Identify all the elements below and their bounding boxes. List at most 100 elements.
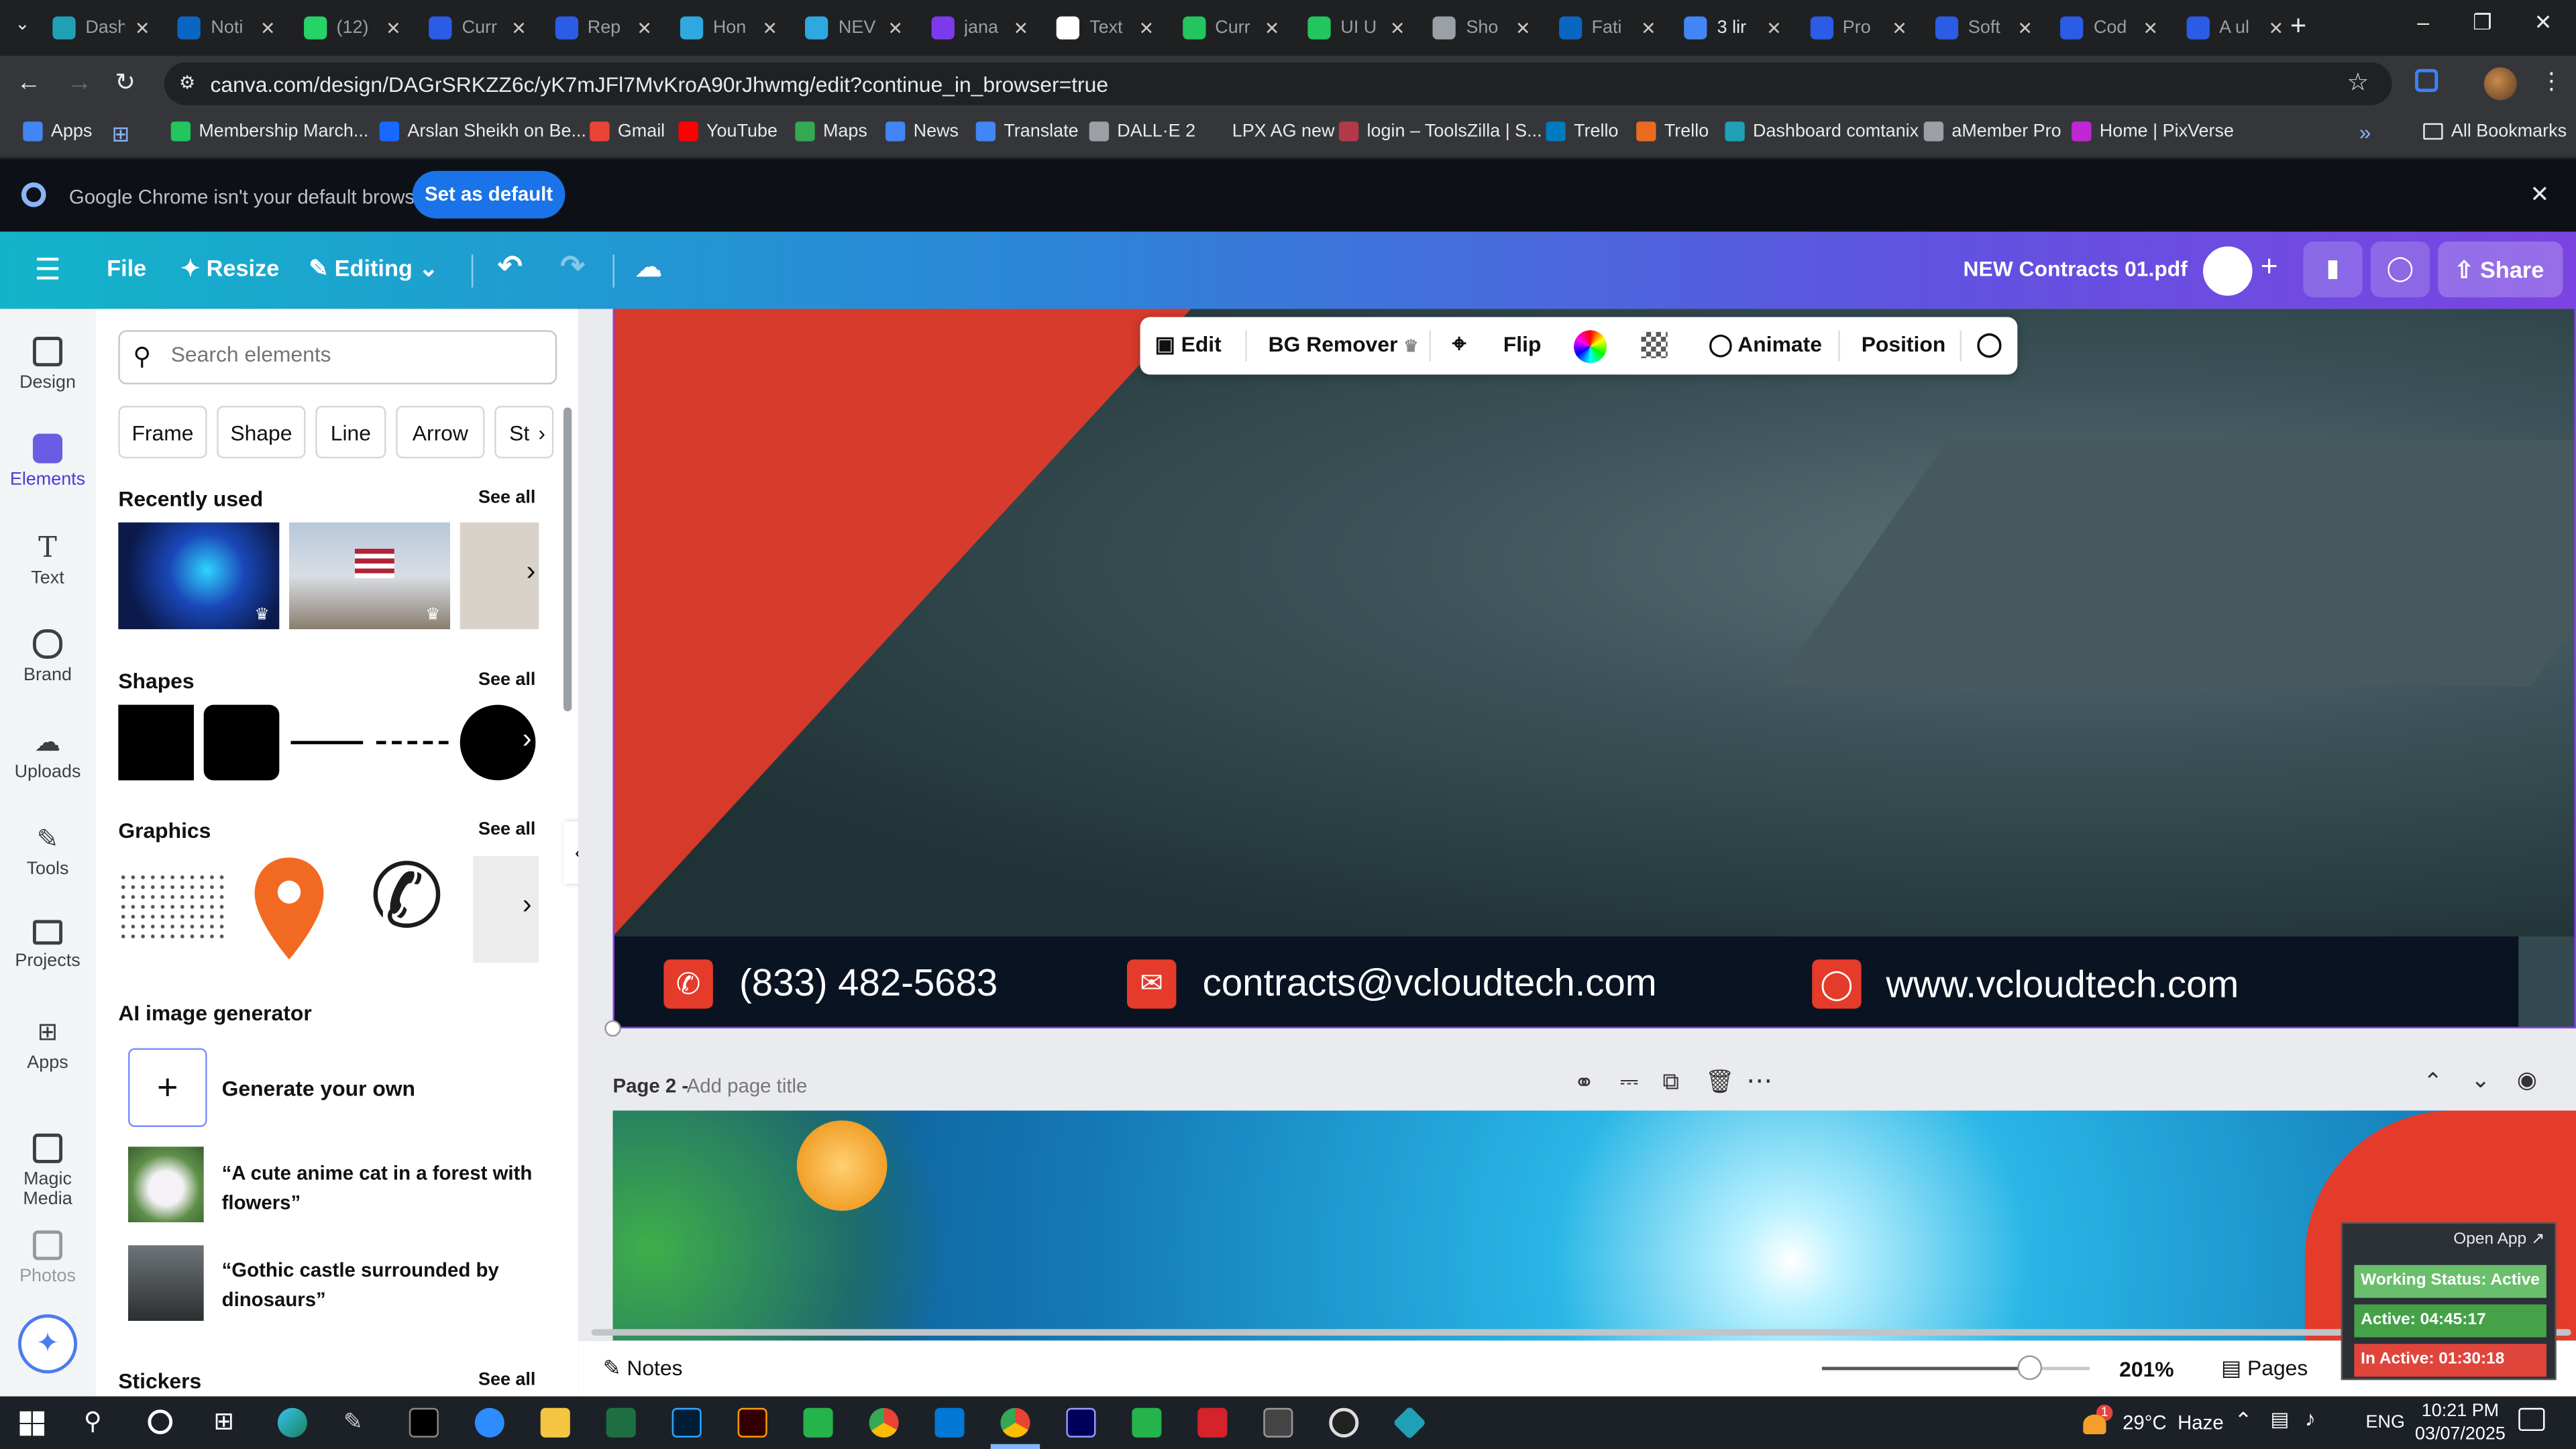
chip-arrow[interactable]: Arrow: [396, 405, 485, 459]
rail-uploads[interactable]: ☁ Uploads: [0, 726, 95, 782]
rail-design[interactable]: Design: [0, 337, 95, 392]
color-wheel-icon[interactable]: [1574, 330, 1607, 364]
photoshop-icon[interactable]: [672, 1407, 702, 1438]
document-title[interactable]: NEW Contracts 01.pdf: [1964, 256, 2188, 281]
address-bar[interactable]: ⚙ canva.com/design/DAGrSRKZZ6c/yK7mJFl7M…: [164, 62, 2392, 105]
tab-close-icon[interactable]: ✕: [511, 17, 527, 38]
rail-projects[interactable]: Projects: [0, 920, 95, 971]
phone-graphic[interactable]: ✆: [370, 845, 444, 948]
move-page-up-icon[interactable]: ⌃: [2423, 1068, 2443, 1096]
green-app-2-icon[interactable]: [1132, 1407, 1162, 1438]
map-pin-graphic[interactable]: [252, 854, 327, 963]
tab-close-icon[interactable]: ✕: [1139, 17, 1155, 38]
tab-close-icon[interactable]: ✕: [135, 17, 150, 38]
bookmark-item[interactable]: Membership March...: [170, 121, 369, 142]
bookmark-item[interactable]: aMember Pro: [1923, 121, 2061, 142]
browser-tab[interactable]: Curr ✕: [429, 10, 527, 46]
browser-tab[interactable]: jana ✕: [931, 10, 1028, 46]
add-note-icon[interactable]: ⚭: [1574, 1068, 1595, 1097]
set-as-default-button[interactable]: Set as default: [412, 170, 566, 219]
all-bookmarks-button[interactable]: All Bookmarks: [2423, 121, 2567, 142]
profile-avatar[interactable]: [2483, 67, 2517, 101]
bg-remover-button[interactable]: BG Remover ♛: [1269, 332, 1419, 357]
ai-prompt-castle[interactable]: “Gothic castle surrounded by dinosaurs”: [222, 1255, 551, 1314]
tab-close-icon[interactable]: ✕: [1515, 17, 1531, 38]
open-app-link[interactable]: Open App ↗: [2453, 1230, 2544, 1248]
tab-close-icon[interactable]: ✕: [1265, 17, 1280, 38]
anime-cat-thumb[interactable]: [128, 1146, 204, 1223]
magic-assistant-icon[interactable]: ✦: [17, 1314, 78, 1374]
chip-line[interactable]: Line: [315, 405, 386, 459]
browser-tab[interactable]: Text ✕: [1057, 10, 1154, 46]
bookmark-item[interactable]: Trello: [1636, 121, 1709, 142]
volume-icon[interactable]: ♪: [2305, 1406, 2316, 1431]
extensions-icon[interactable]: [2415, 68, 2438, 93]
zoom-app-icon[interactable]: [474, 1407, 504, 1438]
bookmarks-overflow-icon[interactable]: »: [2359, 120, 2371, 145]
page-2[interactable]: [612, 1110, 2576, 1341]
back-icon[interactable]: ←: [16, 69, 41, 97]
team-avatar[interactable]: [2203, 246, 2253, 296]
rail-apps[interactable]: ⊞ Apps: [0, 1017, 95, 1073]
browser-tab[interactable]: UI U ✕: [1307, 10, 1405, 46]
task-view-icon[interactable]: ⊞: [213, 1406, 234, 1436]
add-collaborator-icon[interactable]: +: [2261, 250, 2278, 284]
chip-stickers[interactable]: St ›: [494, 405, 554, 459]
search-elements-box[interactable]: ⚲: [118, 330, 557, 385]
new-tab-plus-icon[interactable]: +: [2290, 10, 2306, 43]
browser-tab[interactable]: Soft ✕: [1935, 10, 2033, 46]
page-2-title-input[interactable]: Add page title: [687, 1075, 808, 1097]
chrome-active-icon[interactable]: [1000, 1407, 1030, 1438]
footer-email[interactable]: contracts@vcloudtech.com: [1203, 961, 1657, 1006]
rail-photos[interactable]: Photos: [0, 1230, 95, 1287]
duplicate-page-icon[interactable]: ⧉: [1662, 1068, 1678, 1096]
browser-tab[interactable]: 3 lir ✕: [1684, 10, 1782, 46]
resize-handle[interactable]: [604, 1020, 621, 1037]
page-1[interactable]: ✆ (833) 482-5683 ✉ contracts@vcloudtech.…: [612, 309, 2576, 1029]
rail-tools[interactable]: ✎ Tools: [0, 823, 95, 879]
url-text[interactable]: canva.com/design/DAGrSRKZZ6c/yK7mJFl7MvK…: [210, 72, 1108, 97]
see-all-stickers-link[interactable]: See all: [478, 1370, 535, 1389]
generate-your-own-label[interactable]: Generate your own: [222, 1076, 415, 1101]
tab-close-icon[interactable]: ✕: [1766, 17, 1782, 38]
dot-pattern-graphic[interactable]: [118, 872, 227, 942]
footer-phone[interactable]: (833) 482-5683: [739, 961, 998, 1006]
cortana-icon[interactable]: [148, 1409, 173, 1434]
pen-tool-icon[interactable]: ✎: [343, 1408, 373, 1438]
more-options-icon[interactable]: ⋯: [1746, 1065, 1772, 1097]
tray-chevron-icon[interactable]: ⌃: [2235, 1408, 2253, 1434]
square-shape[interactable]: [118, 704, 194, 781]
chrome-menu-icon[interactable]: ⋮: [2540, 67, 2563, 95]
file-explorer-icon[interactable]: [540, 1407, 570, 1438]
browser-tab[interactable]: Dash ✕: [52, 10, 150, 46]
design-canvas[interactable]: ✆ (833) 482-5683 ✉ contracts@vcloudtech.…: [578, 309, 2576, 1341]
media-player-icon[interactable]: [1329, 1407, 1359, 1438]
tab-close-icon[interactable]: ✕: [2269, 17, 2284, 38]
bookmark-item[interactable]: Arslan Sheikh on Be...: [379, 121, 586, 142]
search-icon[interactable]: ⚲: [84, 1406, 102, 1436]
tab-search-chevron-icon[interactable]: ⌄: [15, 13, 30, 34]
tab-close-icon[interactable]: ✕: [2017, 17, 2033, 38]
share-button[interactable]: ⇧ Share: [2438, 241, 2563, 298]
bookmark-item[interactable]: YouTube: [678, 121, 777, 142]
language-indicator[interactable]: ENG: [2366, 1413, 2405, 1432]
footer-website[interactable]: www.vcloudtech.com: [1886, 963, 2239, 1007]
bookmark-item[interactable]: Home | PixVerse: [2072, 121, 2234, 142]
illustrator-icon[interactable]: [737, 1407, 767, 1438]
browser-tab[interactable]: (12) ✕: [303, 10, 401, 46]
panel-scrollbar[interactable]: [564, 407, 572, 712]
delete-page-icon[interactable]: 🗑: [1705, 1068, 1735, 1096]
recent-third-thumb[interactable]: ›: [460, 522, 539, 629]
insights-chart-icon[interactable]: ▮: [2303, 241, 2363, 298]
red-diagonal-shape[interactable]: [612, 309, 1204, 936]
browser-tab[interactable]: Noti ✕: [178, 10, 275, 46]
hide-page-icon[interactable]: ◉: [2517, 1066, 2537, 1094]
chevron-right-icon[interactable]: ›: [523, 889, 532, 922]
tab-close-icon[interactable]: ✕: [762, 17, 777, 38]
calculator-icon[interactable]: [1263, 1407, 1293, 1438]
tab-close-icon[interactable]: ✕: [1892, 17, 1907, 38]
acrobat-icon[interactable]: [1197, 1407, 1228, 1438]
file-menu-button[interactable]: File: [107, 255, 146, 281]
main-menu-icon[interactable]: ☰: [34, 253, 61, 287]
site-info-icon[interactable]: ⚙: [179, 72, 195, 93]
